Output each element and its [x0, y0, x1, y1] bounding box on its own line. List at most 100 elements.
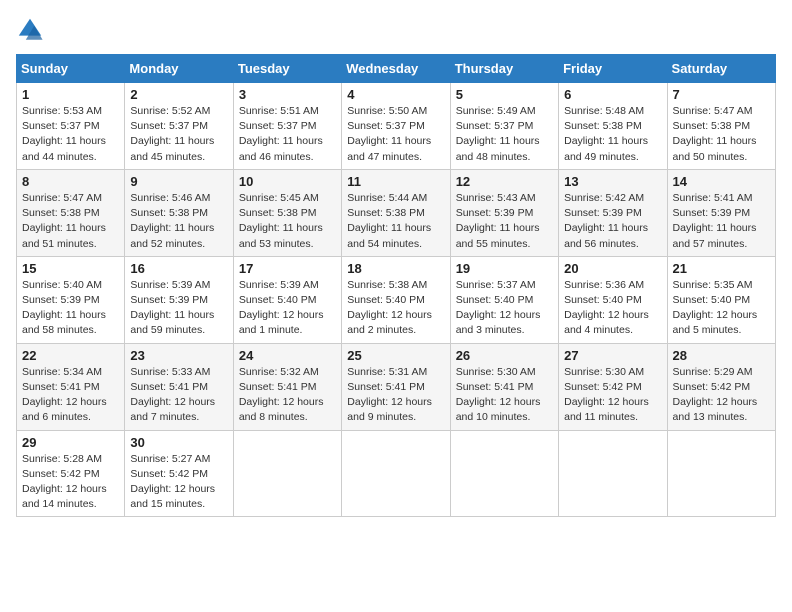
day-number: 24 — [239, 348, 336, 363]
calendar-week-3: 15 Sunrise: 5:40 AMSunset: 5:39 PMDaylig… — [17, 256, 776, 343]
weekday-header-thursday: Thursday — [450, 55, 558, 83]
calendar-cell — [233, 430, 341, 517]
day-info: Sunrise: 5:50 AMSunset: 5:37 PMDaylight:… — [347, 104, 444, 165]
day-number: 14 — [673, 174, 770, 189]
calendar-cell — [667, 430, 775, 517]
calendar-cell: 15 Sunrise: 5:40 AMSunset: 5:39 PMDaylig… — [17, 256, 125, 343]
logo-icon — [16, 16, 44, 44]
calendar-cell: 16 Sunrise: 5:39 AMSunset: 5:39 PMDaylig… — [125, 256, 233, 343]
calendar-week-2: 8 Sunrise: 5:47 AMSunset: 5:38 PMDayligh… — [17, 169, 776, 256]
day-info: Sunrise: 5:49 AMSunset: 5:37 PMDaylight:… — [456, 104, 553, 165]
calendar-cell: 25 Sunrise: 5:31 AMSunset: 5:41 PMDaylig… — [342, 343, 450, 430]
calendar-cell: 26 Sunrise: 5:30 AMSunset: 5:41 PMDaylig… — [450, 343, 558, 430]
day-number: 25 — [347, 348, 444, 363]
day-number: 3 — [239, 87, 336, 102]
logo — [16, 16, 48, 44]
day-number: 10 — [239, 174, 336, 189]
day-number: 17 — [239, 261, 336, 276]
weekday-header-sunday: Sunday — [17, 55, 125, 83]
day-number: 15 — [22, 261, 119, 276]
day-info: Sunrise: 5:37 AMSunset: 5:40 PMDaylight:… — [456, 278, 553, 339]
day-number: 29 — [22, 435, 119, 450]
day-number: 18 — [347, 261, 444, 276]
day-info: Sunrise: 5:29 AMSunset: 5:42 PMDaylight:… — [673, 365, 770, 426]
day-number: 12 — [456, 174, 553, 189]
weekday-header-friday: Friday — [559, 55, 667, 83]
day-info: Sunrise: 5:43 AMSunset: 5:39 PMDaylight:… — [456, 191, 553, 252]
calendar-header: SundayMondayTuesdayWednesdayThursdayFrid… — [17, 55, 776, 83]
day-info: Sunrise: 5:36 AMSunset: 5:40 PMDaylight:… — [564, 278, 661, 339]
calendar-cell: 5 Sunrise: 5:49 AMSunset: 5:37 PMDayligh… — [450, 83, 558, 170]
weekday-header-saturday: Saturday — [667, 55, 775, 83]
day-info: Sunrise: 5:51 AMSunset: 5:37 PMDaylight:… — [239, 104, 336, 165]
day-number: 16 — [130, 261, 227, 276]
calendar-cell: 17 Sunrise: 5:39 AMSunset: 5:40 PMDaylig… — [233, 256, 341, 343]
calendar-week-5: 29 Sunrise: 5:28 AMSunset: 5:42 PMDaylig… — [17, 430, 776, 517]
day-number: 28 — [673, 348, 770, 363]
day-info: Sunrise: 5:32 AMSunset: 5:41 PMDaylight:… — [239, 365, 336, 426]
calendar-cell: 19 Sunrise: 5:37 AMSunset: 5:40 PMDaylig… — [450, 256, 558, 343]
day-info: Sunrise: 5:31 AMSunset: 5:41 PMDaylight:… — [347, 365, 444, 426]
calendar-cell — [450, 430, 558, 517]
calendar-cell: 8 Sunrise: 5:47 AMSunset: 5:38 PMDayligh… — [17, 169, 125, 256]
day-info: Sunrise: 5:48 AMSunset: 5:38 PMDaylight:… — [564, 104, 661, 165]
page-header — [16, 16, 776, 44]
day-info: Sunrise: 5:53 AMSunset: 5:37 PMDaylight:… — [22, 104, 119, 165]
day-info: Sunrise: 5:35 AMSunset: 5:40 PMDaylight:… — [673, 278, 770, 339]
day-number: 7 — [673, 87, 770, 102]
calendar-cell: 21 Sunrise: 5:35 AMSunset: 5:40 PMDaylig… — [667, 256, 775, 343]
weekday-header-wednesday: Wednesday — [342, 55, 450, 83]
calendar-cell — [342, 430, 450, 517]
day-number: 21 — [673, 261, 770, 276]
day-info: Sunrise: 5:30 AMSunset: 5:41 PMDaylight:… — [456, 365, 553, 426]
calendar-cell: 9 Sunrise: 5:46 AMSunset: 5:38 PMDayligh… — [125, 169, 233, 256]
calendar-table: SundayMondayTuesdayWednesdayThursdayFrid… — [16, 54, 776, 517]
calendar-cell: 6 Sunrise: 5:48 AMSunset: 5:38 PMDayligh… — [559, 83, 667, 170]
calendar-week-1: 1 Sunrise: 5:53 AMSunset: 5:37 PMDayligh… — [17, 83, 776, 170]
calendar-cell: 13 Sunrise: 5:42 AMSunset: 5:39 PMDaylig… — [559, 169, 667, 256]
day-info: Sunrise: 5:28 AMSunset: 5:42 PMDaylight:… — [22, 452, 119, 513]
day-number: 11 — [347, 174, 444, 189]
calendar-cell: 3 Sunrise: 5:51 AMSunset: 5:37 PMDayligh… — [233, 83, 341, 170]
calendar-cell: 28 Sunrise: 5:29 AMSunset: 5:42 PMDaylig… — [667, 343, 775, 430]
day-number: 6 — [564, 87, 661, 102]
calendar-cell: 7 Sunrise: 5:47 AMSunset: 5:38 PMDayligh… — [667, 83, 775, 170]
day-number: 20 — [564, 261, 661, 276]
calendar-cell: 1 Sunrise: 5:53 AMSunset: 5:37 PMDayligh… — [17, 83, 125, 170]
day-number: 19 — [456, 261, 553, 276]
day-info: Sunrise: 5:34 AMSunset: 5:41 PMDaylight:… — [22, 365, 119, 426]
day-number: 4 — [347, 87, 444, 102]
calendar-cell: 18 Sunrise: 5:38 AMSunset: 5:40 PMDaylig… — [342, 256, 450, 343]
calendar-cell: 24 Sunrise: 5:32 AMSunset: 5:41 PMDaylig… — [233, 343, 341, 430]
day-info: Sunrise: 5:39 AMSunset: 5:39 PMDaylight:… — [130, 278, 227, 339]
day-number: 30 — [130, 435, 227, 450]
day-number: 5 — [456, 87, 553, 102]
calendar-cell: 12 Sunrise: 5:43 AMSunset: 5:39 PMDaylig… — [450, 169, 558, 256]
weekday-header-tuesday: Tuesday — [233, 55, 341, 83]
day-info: Sunrise: 5:30 AMSunset: 5:42 PMDaylight:… — [564, 365, 661, 426]
day-info: Sunrise: 5:39 AMSunset: 5:40 PMDaylight:… — [239, 278, 336, 339]
calendar-cell: 10 Sunrise: 5:45 AMSunset: 5:38 PMDaylig… — [233, 169, 341, 256]
calendar-cell: 14 Sunrise: 5:41 AMSunset: 5:39 PMDaylig… — [667, 169, 775, 256]
day-info: Sunrise: 5:27 AMSunset: 5:42 PMDaylight:… — [130, 452, 227, 513]
calendar-cell: 2 Sunrise: 5:52 AMSunset: 5:37 PMDayligh… — [125, 83, 233, 170]
weekday-header-monday: Monday — [125, 55, 233, 83]
day-info: Sunrise: 5:52 AMSunset: 5:37 PMDaylight:… — [130, 104, 227, 165]
day-number: 27 — [564, 348, 661, 363]
day-number: 1 — [22, 87, 119, 102]
day-number: 2 — [130, 87, 227, 102]
calendar-cell: 29 Sunrise: 5:28 AMSunset: 5:42 PMDaylig… — [17, 430, 125, 517]
day-number: 26 — [456, 348, 553, 363]
day-info: Sunrise: 5:44 AMSunset: 5:38 PMDaylight:… — [347, 191, 444, 252]
day-number: 8 — [22, 174, 119, 189]
day-info: Sunrise: 5:40 AMSunset: 5:39 PMDaylight:… — [22, 278, 119, 339]
day-info: Sunrise: 5:47 AMSunset: 5:38 PMDaylight:… — [22, 191, 119, 252]
day-number: 22 — [22, 348, 119, 363]
day-number: 9 — [130, 174, 227, 189]
day-info: Sunrise: 5:33 AMSunset: 5:41 PMDaylight:… — [130, 365, 227, 426]
calendar-cell: 20 Sunrise: 5:36 AMSunset: 5:40 PMDaylig… — [559, 256, 667, 343]
day-number: 13 — [564, 174, 661, 189]
day-info: Sunrise: 5:42 AMSunset: 5:39 PMDaylight:… — [564, 191, 661, 252]
calendar-cell: 22 Sunrise: 5:34 AMSunset: 5:41 PMDaylig… — [17, 343, 125, 430]
calendar-cell: 23 Sunrise: 5:33 AMSunset: 5:41 PMDaylig… — [125, 343, 233, 430]
